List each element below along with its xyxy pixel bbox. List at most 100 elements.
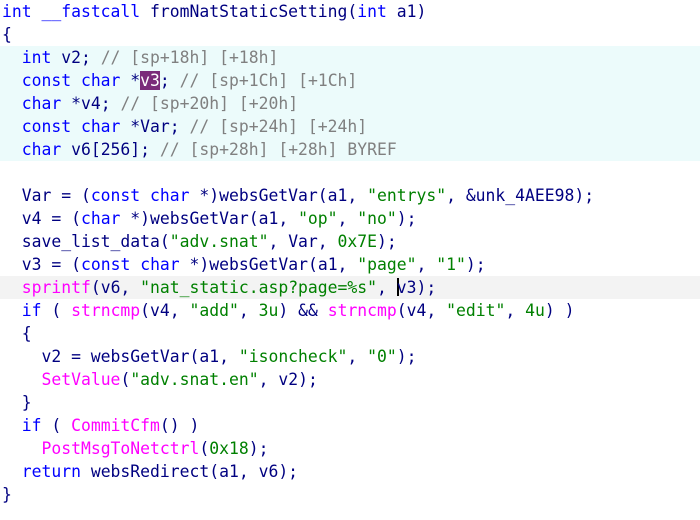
code-token: ( [120,370,131,389]
code-line[interactable]: v4 = (char *)websGetVar(a1, "op", "no"); [0,207,700,230]
code-token: *)websGetVar(a1, [120,209,299,228]
declaration-line[interactable]: char v6[256]; // [sp+28h] [+28h] BYREF [0,138,700,161]
keyword: const [2,71,72,90]
code-token: , [337,209,358,228]
code-token[interactable]: strncmp [328,301,397,320]
pseudocode-view[interactable]: int __fastcall fromNatStaticSetting(int … [0,0,700,520]
string-literal: "page" [357,255,417,274]
code-token[interactable]: strncmp [71,301,140,320]
code-token: *Var; [120,117,190,136]
keyword: char [80,209,121,228]
code-token[interactable]: PostMsgToNetctrl [41,439,199,458]
string-literal: "isoncheck" [238,347,348,366]
code-token: = ( [41,255,81,274]
keyword: char [71,117,121,136]
code-line[interactable]: { [0,322,700,345]
code-token[interactable]: SetValue [41,370,120,389]
code-line[interactable]: if ( strncmp(v4, "add", 3u) && strncmp(v… [0,299,700,322]
code-token: ); [377,232,397,251]
code-line[interactable] [0,161,700,184]
code-token: (v4, [396,301,447,320]
keyword: char [71,71,121,90]
code-token: ( [41,301,72,320]
string-literal: "entrys" [367,186,447,205]
code-token: a1) [386,2,427,21]
declaration-line[interactable]: const char *Var; // [sp+24h] [+24h] [0,115,700,138]
code-token: ( [41,416,72,435]
code-token: v4 = ( [2,209,81,228]
code-token[interactable]: sprintf [22,278,91,297]
code-line[interactable]: } [0,483,700,506]
string-literal: "0" [367,347,397,366]
code-token[interactable]: v3 [22,255,42,274]
string-literal: "1" [436,255,466,274]
keyword: char [130,255,180,274]
code-line[interactable]: save_list_data("adv.snat", Var, 0x7E); [0,230,700,253]
string-literal: "adv.snat.en" [130,370,259,389]
string-literal: "no" [357,209,397,228]
code-token: save_list_data( [2,232,170,251]
code-token: , [347,347,368,366]
code-token[interactable]: v3 [397,278,417,297]
code-token: ( [347,2,358,21]
code-token: ( [199,439,210,458]
code-line[interactable]: v2 = websGetVar(a1, "isoncheck", "0"); [0,345,700,368]
code-token[interactable]: CommitCfm [71,416,160,435]
code-token[interactable]: v3 [140,71,160,90]
code-line[interactable]: if ( CommitCfm() ) [0,414,700,437]
keyword: int [2,48,52,67]
code-token: () ) [159,416,200,435]
keyword: int [357,2,387,21]
code-token: v2 = websGetVar(a1, [2,347,239,366]
code-line[interactable]: } [0,391,700,414]
declaration-line[interactable]: char *v4; // [sp+20h] [+20h] [0,92,700,115]
code-token: ); [248,439,269,458]
code-line[interactable]: PostMsgToNetctrl(0x18); [0,437,700,460]
code-line[interactable]: { [0,23,700,46]
code-token: , &unk_4AEE98); [446,186,595,205]
code-token: , [505,301,526,320]
code-comment: // [sp+24h] [+24h] [189,117,368,136]
keyword: if [2,416,42,435]
string-literal: "op" [298,209,338,228]
code-token: , v2); [258,370,318,389]
code-token: , [238,301,259,320]
code-token: ) && [278,301,328,320]
keyword: const [90,186,141,205]
declaration-line[interactable]: const char *v3; // [sp+1Ch] [+1Ch] [0,69,700,92]
code-comment: // [sp+20h] [+20h] [120,94,299,113]
code-comment: // [sp+1Ch] [+1Ch] [179,71,358,90]
code-token: *v4; [61,94,121,113]
code-token: websRedirect(a1, v6); [80,462,299,481]
code-token: { [2,324,32,343]
code-token: v6[256]; [61,140,160,159]
code-token: * [120,71,141,90]
code-token: 3u [258,301,279,320]
code-token: ) ) [544,301,575,320]
code-comment: // [sp+28h] [+28h] BYREF [159,140,397,159]
declaration-line[interactable]: int v2; // [sp+18h] [+18h] [0,46,700,69]
code-line[interactable]: int __fastcall fromNatStaticSetting(int … [0,0,700,23]
code-token: *)websGetVar(a1, [179,255,358,274]
code-token: } [2,393,32,412]
code-line[interactable]: SetValue("adv.snat.en", v2); [0,368,700,391]
string-literal: "adv.snat" [169,232,269,251]
code-token: , [416,255,437,274]
keyword: char [2,94,62,113]
keyword: char [2,140,62,159]
keyword: if [2,301,42,320]
code-line[interactable]: v3 = (const char *)websGetVar(a1, "page"… [0,253,700,276]
code-token: ); [396,209,417,228]
keyword: const [80,255,131,274]
string-literal: "edit" [446,301,506,320]
code-token: fromNatStaticSetting [150,2,348,21]
code-token: (v4, [140,301,190,320]
code-line[interactable]: Var = (const char *)websGetVar(a1, "entr… [0,184,700,207]
code-token: *)websGetVar(a1, [189,186,368,205]
code-line[interactable]: return websRedirect(a1, v6); [0,460,700,483]
current-line[interactable]: sprintf(v6, "nat_static.asp?page=%s", v3… [0,276,700,299]
